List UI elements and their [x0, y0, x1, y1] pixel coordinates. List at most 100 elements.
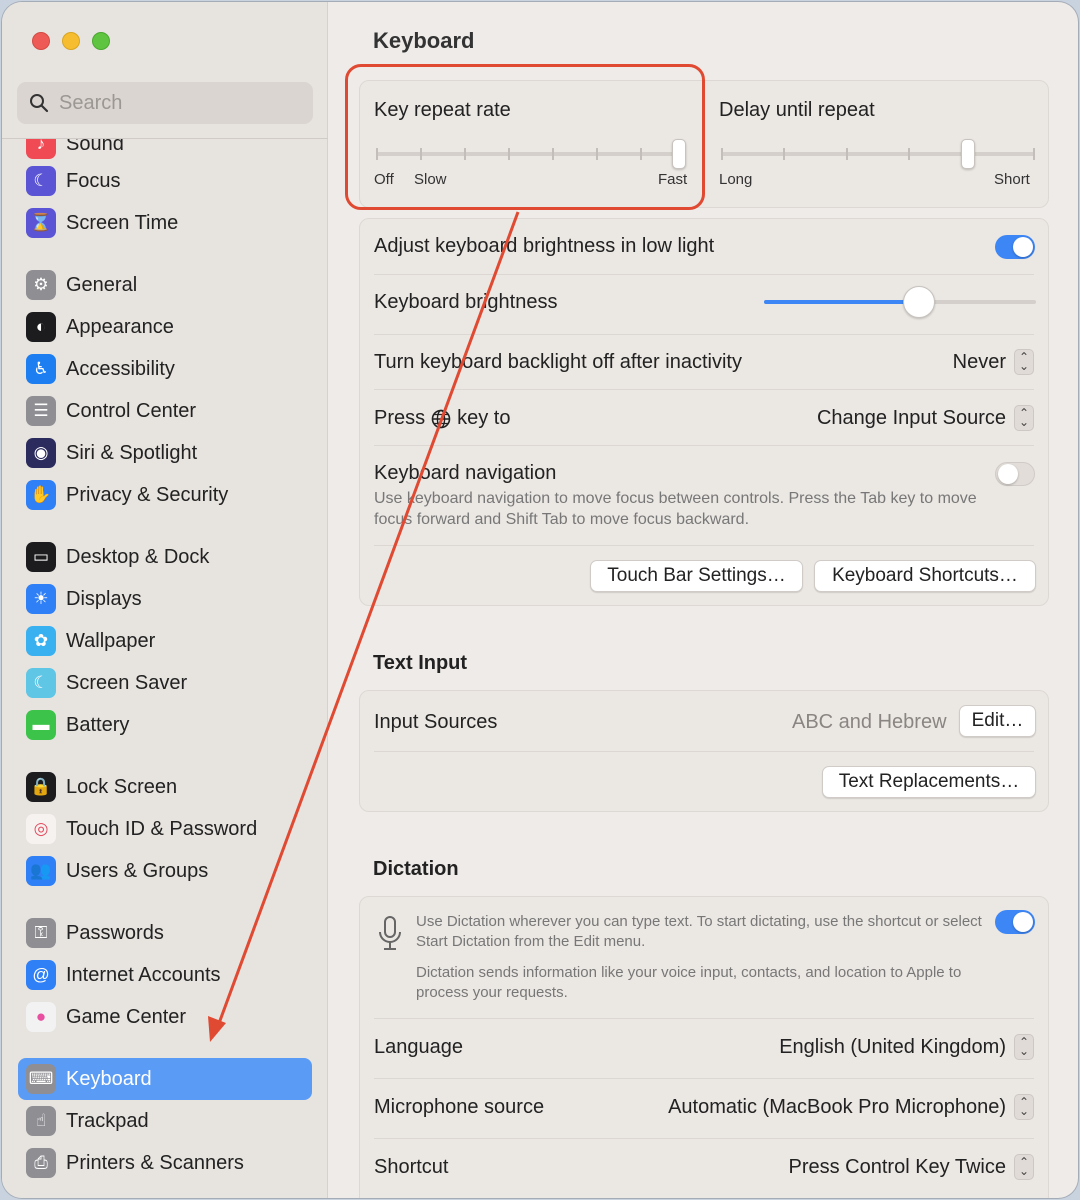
search-input[interactable]: [59, 91, 289, 115]
printer-icon: ⎙: [26, 1148, 56, 1178]
slider-tick: [464, 148, 466, 160]
lock-icon: 🔒: [26, 772, 56, 802]
sidebar-item-screen-saver[interactable]: ☾ Screen Saver: [18, 662, 312, 704]
sidebar-item-displays[interactable]: ☀ Displays: [18, 578, 312, 620]
text-input-title: Text Input: [373, 652, 468, 674]
sidebar-item-label: Keyboard: [66, 1067, 152, 1090]
divider: [374, 334, 1034, 335]
slider-knob[interactable]: [961, 139, 975, 169]
sidebar-item-label: Printers & Scanners: [66, 1151, 244, 1174]
flower-icon: ✿: [26, 626, 56, 656]
press-key-popup[interactable]: Change Input Source ⌃ ⌄: [817, 405, 1034, 431]
divider: [374, 274, 1034, 275]
chevron-up-down-icon: ⌃ ⌄: [1014, 1154, 1034, 1180]
slider-tick: [376, 148, 378, 160]
sidebar-item-label: Siri & Spotlight: [66, 441, 198, 464]
sidebar-item-desktop-dock[interactable]: ▭ Desktop & Dock: [18, 536, 312, 578]
sidebar-item-battery[interactable]: ▬ Battery: [18, 704, 312, 746]
keyboard-shortcuts-button[interactable]: Keyboard Shortcuts…: [814, 560, 1036, 592]
close-button[interactable]: [32, 32, 50, 50]
keyboard-navigation-toggle[interactable]: [995, 462, 1035, 486]
hand-icon: ✋: [26, 480, 56, 510]
sidebar-item-users-groups[interactable]: 👥 Users & Groups: [18, 850, 312, 892]
game-center-icon: ●: [26, 1002, 56, 1032]
sidebar-item-privacy-security[interactable]: ✋ Privacy & Security: [18, 474, 312, 516]
slider-tick: [552, 148, 554, 160]
chevron-up-down-icon: ⌃ ⌄: [1014, 1034, 1034, 1060]
delay-short-label: Short: [994, 171, 1030, 188]
edit-input-sources-button[interactable]: Edit…: [959, 705, 1036, 737]
sidebar-item-label: Battery: [66, 713, 130, 736]
language-popup[interactable]: English (United Kingdom) ⌃ ⌄: [779, 1034, 1034, 1060]
sidebar-item-focus[interactable]: ☾ Focus: [18, 160, 312, 202]
adjust-brightness-toggle[interactable]: [995, 235, 1035, 259]
divider: [374, 1078, 1034, 1079]
touch-bar-settings-button[interactable]: Touch Bar Settings…: [590, 560, 803, 592]
sidebar-item-internet-accounts[interactable]: @ Internet Accounts: [18, 954, 312, 996]
backlight-value: Never: [952, 350, 1006, 373]
sidebar-item-label: Screen Time: [66, 211, 179, 234]
dictation-title: Dictation: [373, 858, 459, 880]
sidebar-item-general[interactable]: ⚙ General: [18, 264, 312, 306]
sidebar-item-passwords[interactable]: ⚿ Passwords: [18, 912, 312, 954]
sidebar-item-label: Passwords: [66, 921, 164, 944]
slider-tick: [508, 148, 510, 160]
sidebar-item-lock-screen[interactable]: 🔒 Lock Screen: [18, 766, 312, 808]
backlight-popup[interactable]: Never ⌃ ⌄: [953, 349, 1034, 375]
page-title: Keyboard: [373, 28, 475, 53]
press-key-value: Change Input Source: [816, 406, 1006, 429]
sidebar-item-label: Trackpad: [66, 1109, 149, 1132]
sidebar-item-trackpad[interactable]: ☝ Trackpad: [18, 1100, 312, 1142]
sidebar-item-screen-time[interactable]: ⌛ Screen Time: [18, 202, 312, 244]
zoom-button[interactable]: [92, 32, 110, 50]
slider-knob[interactable]: [672, 139, 686, 169]
shortcut-value: Press Control Key Twice: [788, 1155, 1007, 1178]
delay-slider[interactable]: [721, 139, 1035, 169]
sidebar-item-keyboard[interactable]: ⌨ Keyboard: [18, 1058, 312, 1100]
sidebar-item-accessibility[interactable]: ♿ Accessibility: [18, 348, 312, 390]
brightness-slider[interactable]: [764, 286, 1036, 319]
slider-tick: [640, 148, 642, 160]
key-repeat-fast-label: Fast: [658, 171, 688, 188]
delay-long-label: Long: [719, 171, 753, 188]
sidebar-item-appearance[interactable]: ◐ Appearance: [18, 306, 312, 348]
minimize-button[interactable]: [62, 32, 80, 50]
microphone-source-popup[interactable]: Automatic (MacBook Pro Microphone) ⌃ ⌄: [668, 1094, 1034, 1120]
key-repeat-slider[interactable]: [376, 139, 686, 169]
sidebar-list: ♪ Sound ☾ Focus ⌛ Screen Time ⚙ General ◐ Appeara…: [2, 139, 328, 1198]
sidebar-item-printers-scanners[interactable]: ⎙ Printers & Scanners: [18, 1142, 312, 1184]
users-icon: 👥: [26, 856, 56, 886]
slider-knob[interactable]: [903, 286, 936, 318]
divider: [374, 445, 1034, 446]
dictation-toggle[interactable]: [995, 910, 1035, 934]
sidebar-item-label: Users & Groups: [66, 859, 209, 882]
text-input-card: Input Sources ABC and Hebrew Edit… Text …: [359, 690, 1049, 812]
sidebar-item-label: Wallpaper: [66, 629, 156, 652]
search-field[interactable]: [17, 82, 313, 124]
slider-tick: [783, 148, 786, 160]
divider: [374, 545, 1034, 546]
sidebar-item-label: Appearance: [66, 315, 174, 338]
slider-tick: [596, 148, 598, 160]
control-center-icon: ☰: [26, 396, 56, 426]
divider: [374, 751, 1034, 752]
search-icon: [30, 94, 49, 113]
sidebar-item-label: Lock Screen: [66, 775, 178, 798]
slider-tick: [845, 148, 848, 160]
sidebar-item-wallpaper[interactable]: ✿ Wallpaper: [18, 620, 312, 662]
keyboard-settings-card: Adjust keyboard brightness in low light …: [359, 218, 1049, 606]
divider: [374, 389, 1034, 390]
sidebar-item-touch-id-password[interactable]: ◎ Touch ID & Password: [18, 808, 312, 850]
divider: [374, 1138, 1034, 1139]
screen-saver-icon: ☾: [26, 668, 56, 698]
globe-icon: [431, 409, 451, 428]
sidebar-item-label: Displays: [66, 587, 142, 610]
microphone-source-label: Microphone source: [374, 1096, 545, 1118]
sidebar-item-label: Focus: [66, 169, 121, 192]
sidebar-item-control-center[interactable]: ☰ Control Center: [18, 390, 312, 432]
shortcut-popup[interactable]: Press Control Key Twice ⌃ ⌄: [788, 1154, 1034, 1180]
sidebar-item-game-center[interactable]: ● Game Center: [18, 996, 312, 1038]
text-replacements-button[interactable]: Text Replacements…: [822, 766, 1036, 798]
sidebar-item-siri-spotlight[interactable]: ◉ Siri & Spotlight: [18, 432, 312, 474]
sidebar-item-label: Screen Saver: [66, 671, 188, 694]
